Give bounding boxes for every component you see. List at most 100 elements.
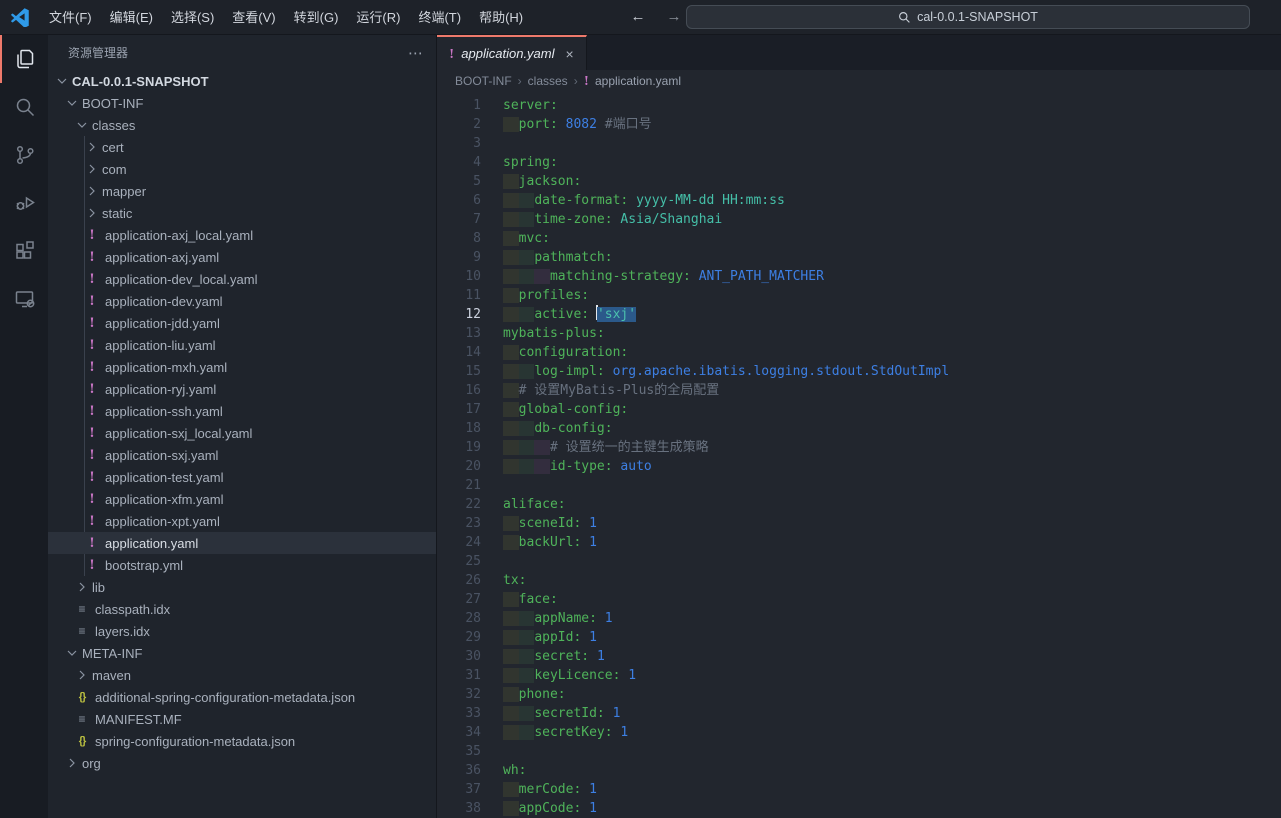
tree-folder-org[interactable]: org <box>48 752 436 774</box>
tree-folder-maven[interactable]: maven <box>48 664 436 686</box>
code-line[interactable]: 17 global-config: <box>437 400 1281 419</box>
chevron-right-icon[interactable] <box>84 161 100 177</box>
chevron-right-icon[interactable] <box>84 139 100 155</box>
chevron-right-icon[interactable] <box>64 755 80 771</box>
code-line[interactable]: 10 matching-strategy: ANT_PATH_MATCHER <box>437 267 1281 286</box>
code-line[interactable]: 25 <box>437 552 1281 571</box>
code-line[interactable]: 23 sceneId: 1 <box>437 514 1281 533</box>
tree-file-application-ssh.yaml[interactable]: !application-ssh.yaml <box>48 400 436 422</box>
extensions-icon[interactable] <box>0 227 48 275</box>
tree-file-application-xfm.yaml[interactable]: !application-xfm.yaml <box>48 488 436 510</box>
code-line[interactable]: 36wh: <box>437 761 1281 780</box>
tree-file-application-xpt.yaml[interactable]: !application-xpt.yaml <box>48 510 436 532</box>
tree-folder-meta-inf[interactable]: META-INF <box>48 642 436 664</box>
chevron-right-icon[interactable] <box>84 183 100 199</box>
tree-file-classpath.idx[interactable]: ≡classpath.idx <box>48 598 436 620</box>
run-and-debug-icon[interactable] <box>0 179 48 227</box>
code-editor[interactable]: 1server:2 port: 8082 #端口号34spring:5 jack… <box>437 92 1281 818</box>
tree-file-spring-configuration-metadata.json[interactable]: {}spring-configuration-metadata.json <box>48 730 436 752</box>
code-line[interactable]: 38 appCode: 1 <box>437 799 1281 818</box>
tree-file-manifest.mf[interactable]: ≡MANIFEST.MF <box>48 708 436 730</box>
code-line[interactable]: 16 # 设置MyBatis-Plus的全局配置 <box>437 381 1281 400</box>
tree-file-application-mxh.yaml[interactable]: !application-mxh.yaml <box>48 356 436 378</box>
code-line[interactable]: 27 face: <box>437 590 1281 609</box>
nav-back-button[interactable]: ← <box>626 0 650 33</box>
code-line[interactable]: 29 appId: 1 <box>437 628 1281 647</box>
code-line[interactable]: 3 <box>437 134 1281 153</box>
breadcrumb-item[interactable]: classes <box>528 74 568 88</box>
tree-folder-mapper[interactable]: mapper <box>48 180 436 202</box>
menu-item[interactable]: 选择(S) <box>162 0 223 35</box>
menu-item[interactable]: 终端(T) <box>409 0 470 35</box>
code-line[interactable]: 18 db-config: <box>437 419 1281 438</box>
code-line[interactable]: 28 appName: 1 <box>437 609 1281 628</box>
tree-folder-boot-inf[interactable]: BOOT-INF <box>48 92 436 114</box>
tree-file-application-sxj_local.yaml[interactable]: !application-sxj_local.yaml <box>48 422 436 444</box>
nav-forward-button[interactable]: → <box>662 0 686 33</box>
menu-item[interactable]: 查看(V) <box>223 0 284 35</box>
code-line[interactable]: 15 log-impl: org.apache.ibatis.logging.s… <box>437 362 1281 381</box>
close-icon[interactable]: × <box>566 46 574 62</box>
tree-folder-cal-0.0.1-snapshot[interactable]: CAL-0.0.1-SNAPSHOT <box>48 70 436 92</box>
tree-folder-cert[interactable]: cert <box>48 136 436 158</box>
code-line[interactable]: 33 secretId: 1 <box>437 704 1281 723</box>
code-line[interactable]: 14 configuration: <box>437 343 1281 362</box>
tree-file-layers.idx[interactable]: ≡layers.idx <box>48 620 436 642</box>
tree-file-application-jdd.yaml[interactable]: !application-jdd.yaml <box>48 312 436 334</box>
code-line[interactable]: 13mybatis-plus: <box>437 324 1281 343</box>
tree-file-application-dev_local.yaml[interactable]: !application-dev_local.yaml <box>48 268 436 290</box>
breadcrumb-item[interactable]: application.yaml <box>595 74 681 88</box>
chevron-right-icon[interactable] <box>84 205 100 221</box>
tree-file-bootstrap.yml[interactable]: !bootstrap.yml <box>48 554 436 576</box>
code-line[interactable]: 26tx: <box>437 571 1281 590</box>
tree-file-application-dev.yaml[interactable]: !application-dev.yaml <box>48 290 436 312</box>
code-line[interactable]: 37 merCode: 1 <box>437 780 1281 799</box>
code-line[interactable]: 24 backUrl: 1 <box>437 533 1281 552</box>
chevron-right-icon[interactable] <box>74 667 90 683</box>
code-line[interactable]: 19 # 设置统一的主键生成策略 <box>437 438 1281 457</box>
menu-item[interactable]: 帮助(H) <box>470 0 532 35</box>
tree-folder-static[interactable]: static <box>48 202 436 224</box>
menu-item[interactable]: 文件(F) <box>40 0 101 35</box>
tree-file-application-axj_local.yaml[interactable]: !application-axj_local.yaml <box>48 224 436 246</box>
breadcrumb-item[interactable]: BOOT-INF <box>455 74 512 88</box>
tree-file-application-liu.yaml[interactable]: !application-liu.yaml <box>48 334 436 356</box>
chevron-down-icon[interactable] <box>54 73 70 89</box>
ellipsis-icon[interactable]: ⋯ <box>408 44 424 62</box>
code-line[interactable]: 7 time-zone: Asia/Shanghai <box>437 210 1281 229</box>
code-line[interactable]: 35 <box>437 742 1281 761</box>
explorer-icon[interactable] <box>0 35 48 83</box>
code-line[interactable]: 30 secret: 1 <box>437 647 1281 666</box>
chevron-down-icon[interactable] <box>64 645 80 661</box>
code-line[interactable]: 9 pathmatch: <box>437 248 1281 267</box>
chevron-right-icon[interactable] <box>74 579 90 595</box>
code-line[interactable]: 21 <box>437 476 1281 495</box>
code-line[interactable]: 2 port: 8082 #端口号 <box>437 115 1281 134</box>
code-line[interactable]: 11 profiles: <box>437 286 1281 305</box>
code-line[interactable]: 12 active: 'sxj' <box>437 305 1281 324</box>
chevron-down-icon[interactable] <box>64 95 80 111</box>
code-line[interactable]: 4spring: <box>437 153 1281 172</box>
menu-item[interactable]: 编辑(E) <box>101 0 162 35</box>
source-control-icon[interactable] <box>0 131 48 179</box>
tree-file-application-axj.yaml[interactable]: !application-axj.yaml <box>48 246 436 268</box>
tree-file-application-test.yaml[interactable]: !application-test.yaml <box>48 466 436 488</box>
tree-folder-com[interactable]: com <box>48 158 436 180</box>
search-icon[interactable] <box>0 83 48 131</box>
tree-file-additional-spring-configuration-metadata.json[interactable]: {}additional-spring-configuration-metada… <box>48 686 436 708</box>
code-line[interactable]: 31 keyLicence: 1 <box>437 666 1281 685</box>
code-line[interactable]: 32 phone: <box>437 685 1281 704</box>
tab-application-yaml[interactable]: ! application.yaml × <box>437 35 587 70</box>
chevron-down-icon[interactable] <box>74 117 90 133</box>
code-line[interactable]: 8 mvc: <box>437 229 1281 248</box>
command-center-search[interactable]: cal-0.0.1-SNAPSHOT <box>686 5 1250 29</box>
code-line[interactable]: 5 jackson: <box>437 172 1281 191</box>
code-line[interactable]: 34 secretKey: 1 <box>437 723 1281 742</box>
code-line[interactable]: 6 date-format: yyyy-MM-dd HH:mm:ss <box>437 191 1281 210</box>
code-line[interactable]: 1server: <box>437 96 1281 115</box>
tree-file-application.yaml[interactable]: !application.yaml <box>48 532 436 554</box>
code-line[interactable]: 20 id-type: auto <box>437 457 1281 476</box>
tree-file-application-ryj.yaml[interactable]: !application-ryj.yaml <box>48 378 436 400</box>
tree-folder-lib[interactable]: lib <box>48 576 436 598</box>
menu-item[interactable]: 转到(G) <box>285 0 348 35</box>
